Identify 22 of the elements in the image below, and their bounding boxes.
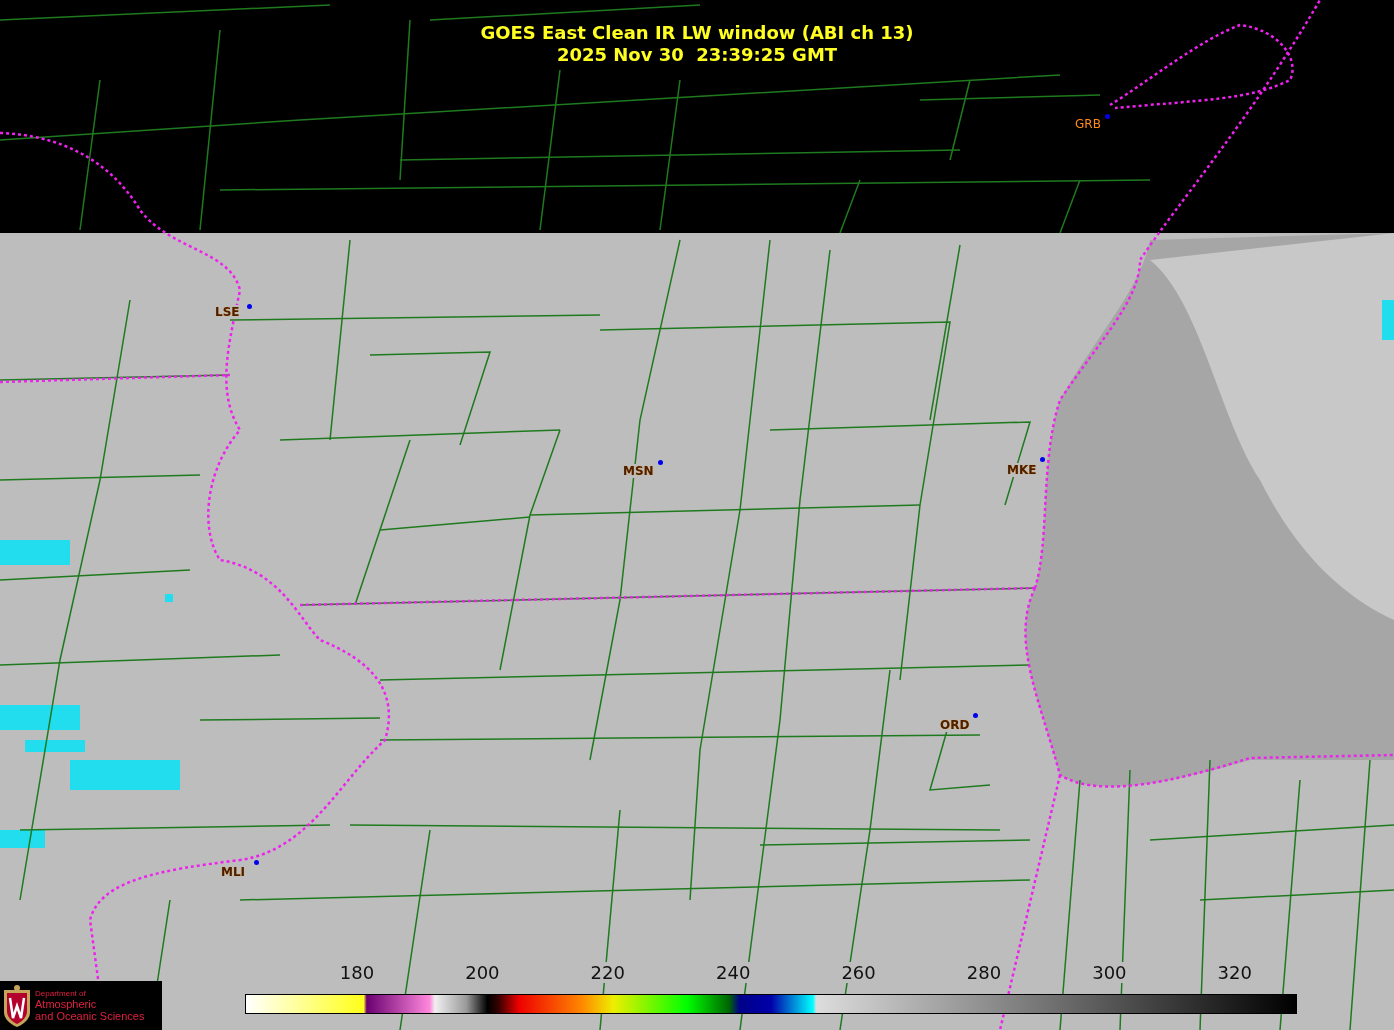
logo-text: and Oceanic Sciences <box>35 1010 145 1022</box>
shield-logo-icon <box>2 983 32 1028</box>
station-label: MKE <box>1006 463 1038 477</box>
station-dot-icon <box>1040 457 1045 462</box>
station-label: ORD <box>939 718 971 732</box>
station-label: MLI <box>220 865 247 879</box>
colorbar-tick-label: 300 <box>1090 962 1129 983</box>
station-label: MSN <box>622 464 655 478</box>
timestamp: 2025 Nov 30 23:39:25 GMT <box>556 44 838 66</box>
colorbar-tick-label: 240 <box>714 962 753 983</box>
product-title: GOES East Clean IR LW window (ABI ch 13) <box>480 22 914 44</box>
colorbar-tick-label: 220 <box>588 962 627 983</box>
station-dot-icon <box>973 713 978 718</box>
station-dot-icon <box>1105 114 1110 119</box>
logo-text: Department of <box>35 989 87 998</box>
station-dot-icon <box>658 460 663 465</box>
station-label: GRB <box>1074 117 1102 131</box>
station-dot-icon <box>254 860 259 865</box>
station-dot-icon <box>247 304 252 309</box>
colorbar-tick-label: 260 <box>839 962 878 983</box>
logo-text: Atmospheric <box>35 998 98 1010</box>
station-label: LSE <box>214 305 241 319</box>
